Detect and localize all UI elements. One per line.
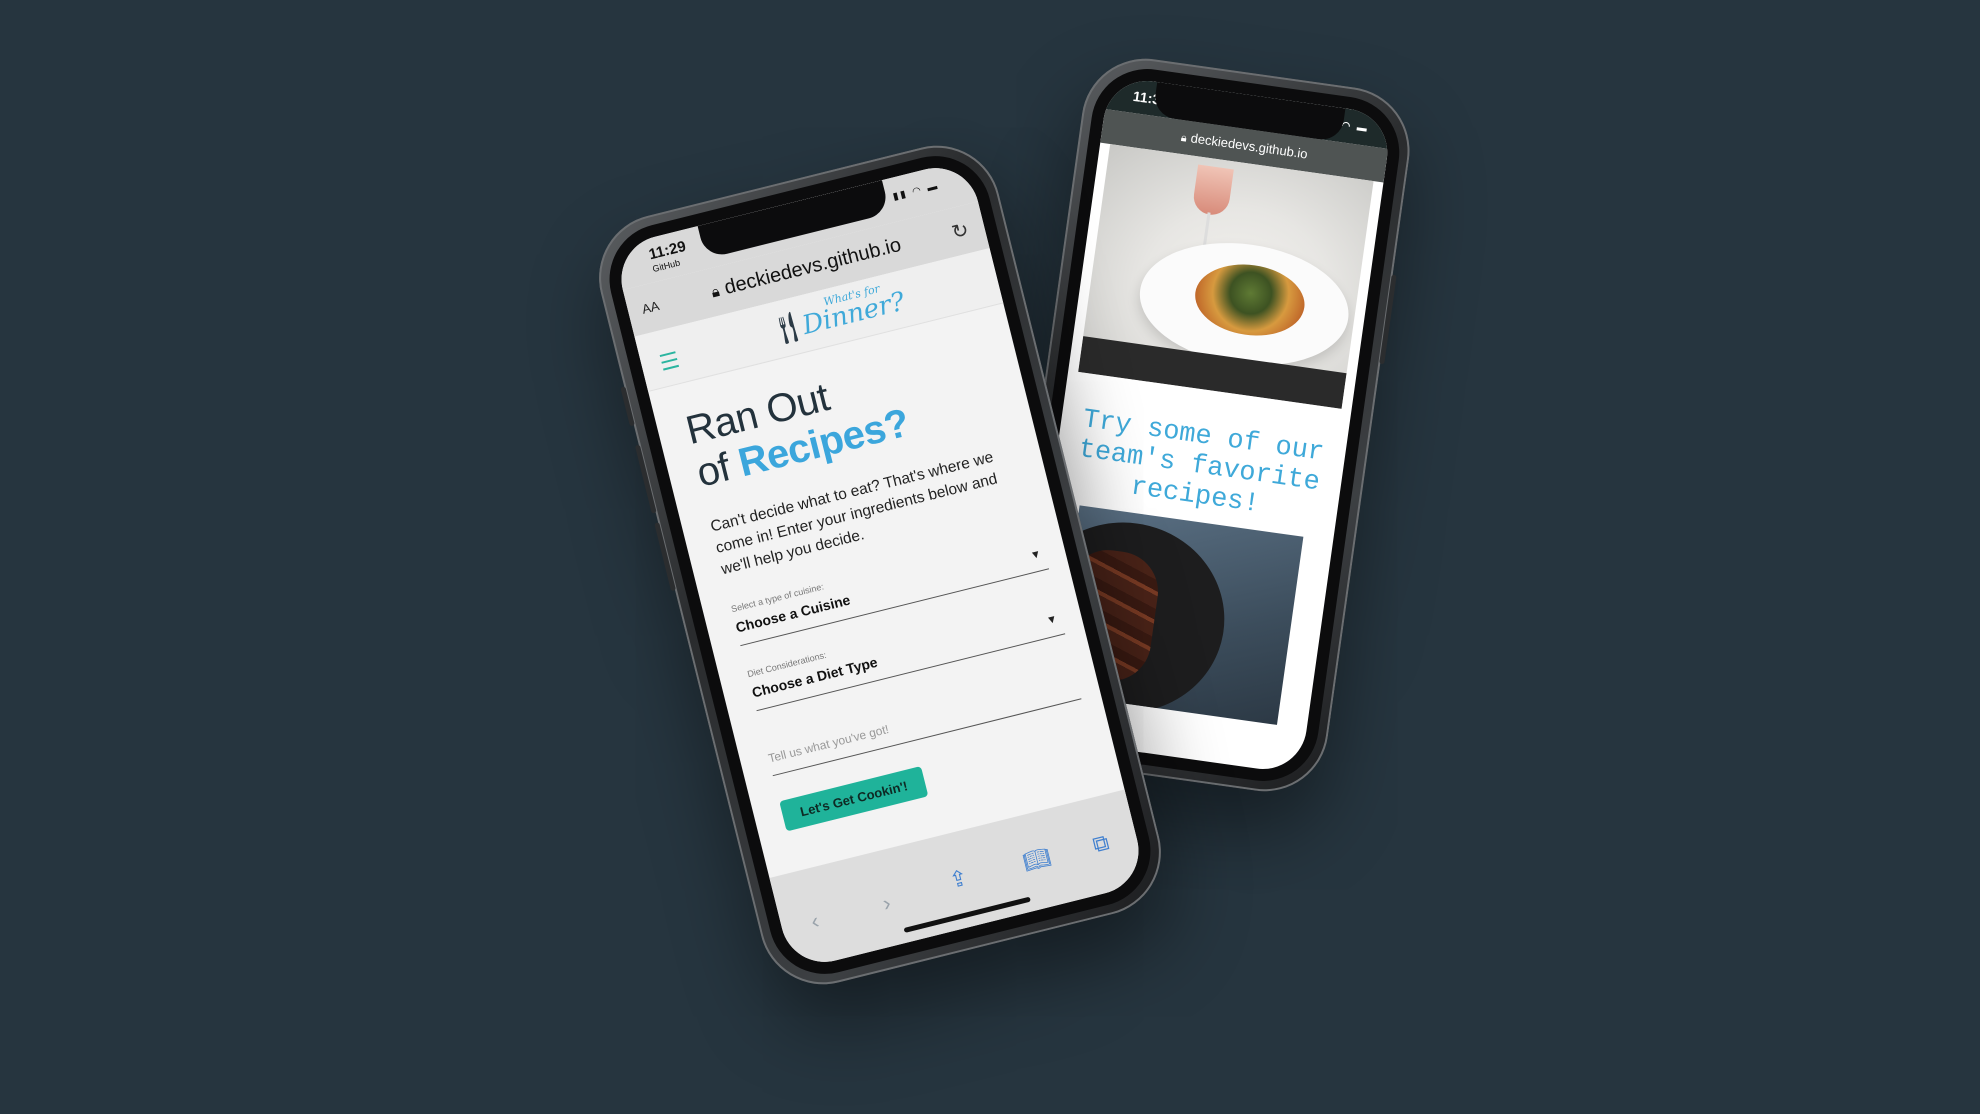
submit-button[interactable]: Let's Get Cookin'! xyxy=(779,766,929,832)
chevron-down-icon: ▼ xyxy=(1045,612,1059,628)
chevron-down-icon: ▼ xyxy=(1029,547,1043,563)
tabs-icon[interactable]: ⧉ xyxy=(1090,829,1112,858)
wine-glass xyxy=(1191,164,1234,218)
hamburger-icon[interactable] xyxy=(659,351,680,371)
power-button xyxy=(1379,274,1397,365)
chevron-left-icon[interactable]: ‹ xyxy=(808,908,821,935)
ingredients-placeholder: Tell us what you've got! xyxy=(766,721,891,766)
plated-dish-photo xyxy=(1078,144,1374,409)
book-icon[interactable]: 📖︎ xyxy=(1020,844,1053,876)
signal-wifi-battery-icons: ▮▮ ◠ ▬ xyxy=(891,180,941,203)
share-icon[interactable]: ⇪ xyxy=(947,864,971,894)
chevron-right-icon[interactable]: › xyxy=(880,890,893,917)
lock-icon: 🔒︎ xyxy=(1180,131,1188,145)
lock-icon: 🔒︎ xyxy=(709,282,722,302)
mockup-stage: 11:35 ▮▮ ◠ ▬ 🔒︎ deckiedevs.github.io Try … xyxy=(0,0,1980,1114)
mute-switch xyxy=(620,386,635,427)
